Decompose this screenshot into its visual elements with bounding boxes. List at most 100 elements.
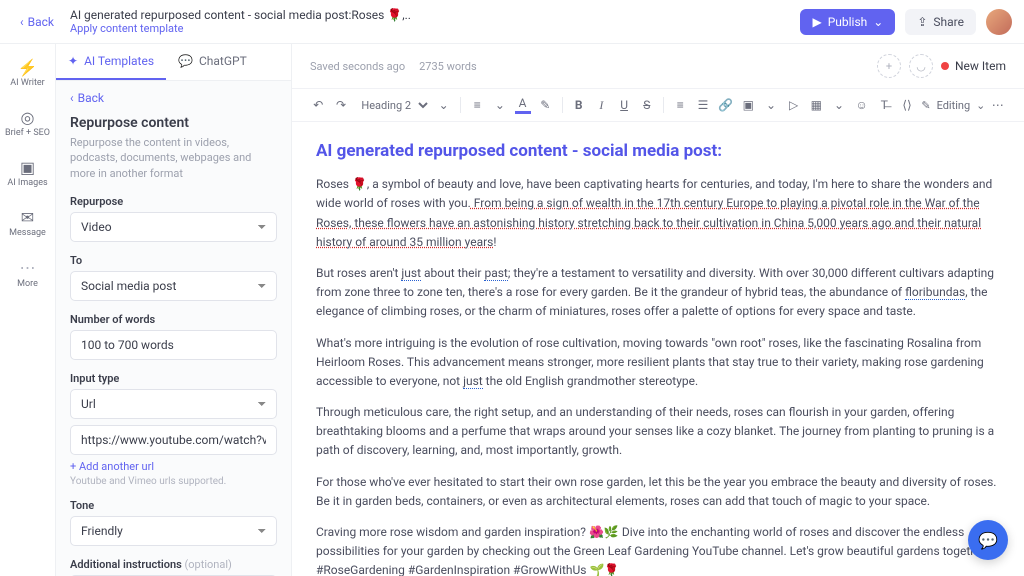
rail-item-brief-seo[interactable]: ◎ Brief + SEO xyxy=(0,104,55,142)
instructions-label: Additional instructions (optional) xyxy=(70,558,277,571)
content-paragraph: Roses 🌹, a symbol of beauty and love, ha… xyxy=(316,175,1000,252)
left-rail: ⚡ AI Writer ◎ Brief + SEO ▣ AI Images ✉ … xyxy=(0,44,56,576)
rail-label: More xyxy=(17,279,38,289)
chevron-down-icon: ⌄ xyxy=(976,99,985,112)
rail-label: Brief + SEO xyxy=(5,128,50,138)
undo-button[interactable]: ↶ xyxy=(308,93,329,117)
list-ul-button[interactable]: ☰ xyxy=(693,93,714,117)
redo-button[interactable]: ↷ xyxy=(331,93,352,117)
chevron-down-icon[interactable]: ⌄ xyxy=(829,93,850,117)
editor-content[interactable]: AI generated repurposed content - social… xyxy=(292,122,1024,576)
word-count: 2735 words xyxy=(419,60,477,73)
strike-button[interactable]: S xyxy=(636,93,657,117)
chevron-down-icon[interactable]: ⌄ xyxy=(433,93,454,117)
sidebar-subtitle: Repurpose the content in videos, podcast… xyxy=(70,135,277,181)
chat-fab-button[interactable]: 💬 xyxy=(968,520,1008,560)
align-button[interactable]: ≡ xyxy=(467,93,488,117)
chevron-down-icon[interactable]: ⌄ xyxy=(490,93,511,117)
publish-button[interactable]: ▶ Publish ⌄ xyxy=(800,9,895,35)
chevron-down-icon[interactable]: ⌄ xyxy=(761,93,782,117)
publish-label: Publish xyxy=(828,15,868,29)
content-paragraph: What's more intriguing is the evolution … xyxy=(316,334,1000,392)
editing-label: Editing xyxy=(937,99,971,112)
message-icon: ✉ xyxy=(19,208,37,226)
repurpose-select[interactable]: Video xyxy=(70,212,277,242)
sidebar-tabs: ✦ AI Templates 💬 ChatGPT xyxy=(56,44,291,81)
chatgpt-icon: 💬 xyxy=(178,54,193,68)
image-icon: ▣ xyxy=(19,158,37,176)
bold-button[interactable]: B xyxy=(568,93,589,117)
tone-label: Tone xyxy=(70,499,277,512)
chevron-left-icon: ‹ xyxy=(70,91,74,105)
sidebar-back-button[interactable]: ‹ Back xyxy=(70,91,277,105)
link-button[interactable]: 🔗 xyxy=(715,93,736,117)
underline-button[interactable]: U xyxy=(614,93,635,117)
editor-toolbar: ↶ ↷ Heading 2 ⌄ ≡ ⌄ A ✎ B I U S ≡ ☰ 🔗 ▣ … xyxy=(292,88,1024,122)
share-button[interactable]: ⇪ Share xyxy=(905,9,976,35)
content-paragraph: Through meticulous care, the right setup… xyxy=(316,403,1000,461)
target-icon: ◎ xyxy=(19,108,37,126)
content-paragraph: Craving more rose wisdom and garden insp… xyxy=(316,523,1000,576)
words-label: Number of words xyxy=(70,313,277,326)
topbar-actions: ▶ Publish ⌄ ⇪ Share xyxy=(800,9,1012,35)
page-title: AI generated repurposed content - social… xyxy=(70,8,801,22)
new-item-status[interactable]: New Item xyxy=(941,59,1006,73)
new-item-label: New Item xyxy=(955,59,1006,73)
table-button[interactable]: ▦ xyxy=(806,93,827,117)
more-button[interactable]: ⋯ xyxy=(987,93,1008,117)
rail-item-ai-images[interactable]: ▣ AI Images xyxy=(0,154,55,192)
templates-icon: ✦ xyxy=(68,54,78,68)
input-type-select[interactable]: Url xyxy=(70,389,277,419)
url-input[interactable] xyxy=(70,425,277,455)
tab-label: ChatGPT xyxy=(199,54,247,68)
code-button[interactable]: ⟨⟩ xyxy=(897,93,918,117)
chevron-down-icon: ⌄ xyxy=(873,15,883,29)
sidebar-title: Repurpose content xyxy=(70,115,277,131)
clear-format-button[interactable]: T̶ xyxy=(874,93,895,117)
sidebar: ✦ AI Templates 💬 ChatGPT ‹ Back Repurpos… xyxy=(56,44,292,576)
emoji-button[interactable]: ☺ xyxy=(851,93,872,117)
italic-button[interactable]: I xyxy=(591,93,612,117)
add-url-link[interactable]: + Add another url xyxy=(70,460,154,473)
editor-status-bar: Saved seconds ago 2735 words + ◡ New Ite… xyxy=(292,44,1024,88)
sidebar-back-label: Back xyxy=(78,91,104,105)
tone-select[interactable]: Friendly xyxy=(70,516,277,546)
rail-label: AI Images xyxy=(7,178,47,188)
content-heading: AI generated repurposed content - social… xyxy=(316,138,1000,165)
chat-icon: 💬 xyxy=(978,531,998,550)
more-icon: ⋯ xyxy=(20,258,36,277)
to-label: To xyxy=(70,254,277,267)
sidebar-body: ‹ Back Repurpose content Repurpose the c… xyxy=(56,81,291,576)
tab-chatgpt[interactable]: 💬 ChatGPT xyxy=(166,44,259,80)
workflow-button[interactable]: ◡ xyxy=(909,54,933,78)
words-input[interactable] xyxy=(70,330,277,360)
back-label: Back xyxy=(28,15,54,29)
tab-ai-templates[interactable]: ✦ AI Templates xyxy=(56,44,166,80)
editor: Saved seconds ago 2735 words + ◡ New Ite… xyxy=(292,44,1024,576)
avatar[interactable] xyxy=(986,9,1012,35)
to-select[interactable]: Social media post xyxy=(70,271,277,301)
editing-mode-button[interactable]: ✎ Editing ⌄ xyxy=(921,99,985,112)
add-person-button[interactable]: + xyxy=(877,54,901,78)
title-wrap: AI generated repurposed content - social… xyxy=(70,8,801,35)
top-bar: ‹ Back AI generated repurposed content -… xyxy=(0,0,1024,44)
chevron-left-icon: ‹ xyxy=(20,15,24,29)
highlight-button[interactable]: ✎ xyxy=(535,93,556,117)
bolt-icon: ⚡ xyxy=(19,58,37,76)
rail-item-message[interactable]: ✉ Message xyxy=(0,204,55,242)
rail-item-more[interactable]: ⋯ More xyxy=(0,254,55,293)
font-color-button[interactable]: A xyxy=(512,93,533,117)
content-paragraph: For those who've ever hesitated to start… xyxy=(316,473,1000,511)
url-hint: Youtube and Vimeo urls supported. xyxy=(70,476,277,487)
apply-template-link[interactable]: Apply content template xyxy=(70,22,801,35)
back-button[interactable]: ‹ Back xyxy=(12,11,62,33)
rail-item-ai-writer[interactable]: ⚡ AI Writer xyxy=(0,54,55,92)
rail-label: AI Writer xyxy=(10,78,44,88)
share-label: Share xyxy=(933,15,964,29)
image-button[interactable]: ▣ xyxy=(738,93,759,117)
heading-select[interactable]: Heading 2 xyxy=(353,94,431,117)
rail-label: Message xyxy=(9,228,46,238)
video-button[interactable]: ▷ xyxy=(783,93,804,117)
list-ol-button[interactable]: ≡ xyxy=(670,93,691,117)
play-icon: ▶ xyxy=(812,15,821,29)
